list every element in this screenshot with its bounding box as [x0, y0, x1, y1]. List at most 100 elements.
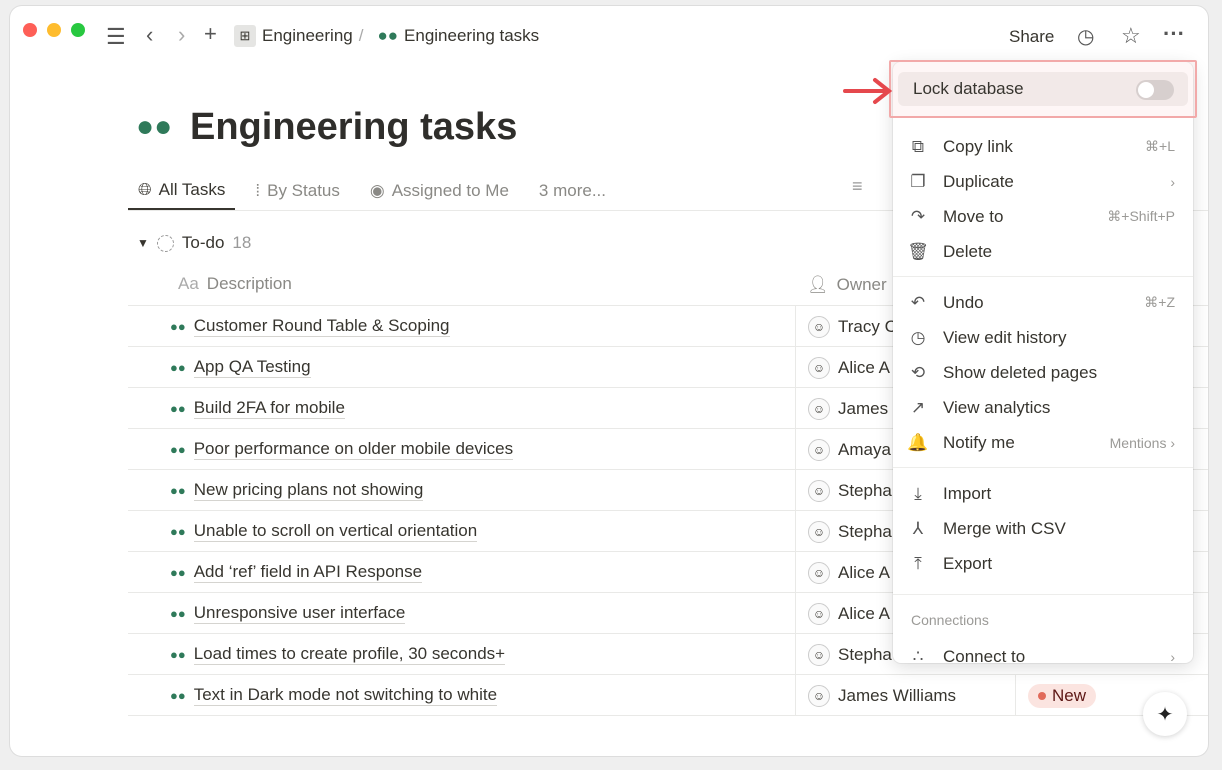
connections-header: Connections	[911, 612, 989, 628]
maximize-window-button[interactable]	[71, 23, 85, 37]
menu-item-notify-me[interactable]: 🔔 Notify me Mentions ›	[901, 425, 1185, 460]
minimize-window-button[interactable]	[47, 23, 61, 37]
connect-nodes-icon: ∴	[912, 646, 924, 666]
menu-item-import[interactable]: ⤓ Import	[901, 476, 1185, 511]
menu-shortcut: ›	[1170, 648, 1175, 665]
task-title[interactable]: New pricing plans not showing	[193, 480, 424, 501]
link-icon: ⧉	[911, 136, 925, 156]
group-name: To-do	[181, 233, 225, 252]
binoculars-icon: ●●	[170, 360, 186, 375]
plus-icon[interactable]: +	[204, 21, 217, 47]
binoculars-icon: ●●	[170, 319, 186, 334]
task-title[interactable]: Load times to create profile, 30 seconds…	[193, 644, 506, 665]
breadcrumb-engineering[interactable]: Engineering	[262, 26, 353, 46]
avatar: ☺	[808, 561, 830, 584]
ai-sparkle-button[interactable]: ✦	[1143, 692, 1187, 736]
tab-more[interactable]: 3 more...	[539, 172, 616, 210]
trash-icon: 🗑	[907, 241, 929, 261]
menu-item-move-to[interactable]: ↷ Move to ⌘+Shift+P	[901, 199, 1185, 234]
person-icon: 👤︎	[807, 274, 829, 294]
page-title: Engineering tasks	[190, 106, 518, 148]
undo-icon: ↶	[910, 292, 926, 312]
menu-icon[interactable]: ☰	[106, 24, 126, 50]
share-button[interactable]: Share	[1009, 27, 1054, 47]
menu-shortcut: Mentions ›	[1109, 434, 1175, 451]
task-title[interactable]: Unresponsive user interface	[193, 603, 406, 624]
avatar: ☺	[808, 602, 830, 625]
traffic-light-icon: ⁞	[255, 181, 261, 200]
task-title[interactable]: Text in Dark mode not switching to white	[193, 685, 498, 706]
task-title[interactable]: Add ‘ref’ field in API Response	[193, 562, 423, 583]
more-icon[interactable]: ···	[1163, 21, 1185, 47]
page-binoculars-icon: ●●	[136, 110, 173, 143]
menu-item-duplicate[interactable]: ❐ Duplicate ›	[901, 164, 1185, 199]
menu-item-view-edit-history[interactable]: ◷ View edit history	[901, 320, 1185, 355]
task-title[interactable]: Poor performance on older mobile devices	[193, 439, 514, 460]
owner-name: Stepha	[838, 480, 892, 500]
back-icon[interactable]: ‹	[146, 22, 153, 48]
menu-item-undo[interactable]: ↶ Undo ⌘+Z	[901, 285, 1185, 320]
forward-icon[interactable]: ›	[178, 22, 185, 48]
binoculars-icon: ●●	[377, 26, 399, 45]
menu-item-copy-link[interactable]: ⧉ Copy link ⌘+L	[901, 129, 1185, 164]
text-type-icon: Aa	[178, 274, 199, 293]
menu-item-show-deleted-pages[interactable]: ⟲ Show deleted pages	[901, 355, 1185, 390]
restore-icon: ⟲	[910, 362, 926, 382]
owner-name: Alice A	[838, 357, 890, 377]
divider	[128, 715, 1208, 716]
lock-database-toggle[interactable]	[1136, 80, 1174, 100]
menu-shortcut: ⌘+L	[1145, 138, 1175, 154]
view-tabs: 🌐︎ All Tasks ⁞ By Status ◉ Assigned to Me 3…	[128, 172, 616, 210]
star-icon[interactable]: ☆	[1121, 23, 1141, 49]
menu-shortcut: ›	[1170, 173, 1175, 190]
chart-line-icon: ↗	[910, 397, 926, 417]
close-window-button[interactable]	[23, 23, 37, 37]
column-owner[interactable]: Owner	[837, 275, 887, 295]
binoculars-icon: ●●	[170, 565, 186, 580]
lock-database-item[interactable]: Lock database	[898, 72, 1188, 106]
export-icon: ⤒	[914, 553, 922, 573]
avatar: ☺	[808, 438, 830, 461]
owner-name: Amaya	[838, 439, 891, 459]
globe-icon: 🌐︎	[138, 180, 152, 199]
owner-name: Stepha	[838, 644, 892, 664]
menu-item-merge-with-csv[interactable]: ⅄ Merge with CSV	[901, 511, 1185, 546]
import-icon: ⤓	[914, 483, 922, 503]
filter-icon[interactable]: ≡	[852, 176, 863, 197]
clock-icon[interactable]: ◷	[1077, 24, 1094, 49]
todo-status-icon	[156, 234, 174, 252]
menu-item-delete[interactable]: 🗑 Delete	[901, 234, 1185, 269]
group-header[interactable]: ▼ To-do 18	[137, 233, 251, 253]
column-description[interactable]: Description	[207, 274, 292, 294]
owner-name: James	[838, 398, 889, 418]
binoculars-icon: ●●	[170, 606, 186, 621]
tab-by-status[interactable]: ⁞ By Status	[255, 172, 350, 210]
status-badge[interactable]: New	[1028, 683, 1097, 708]
table-row[interactable]: ●● Text in Dark mode not switching to whi…	[128, 674, 1208, 716]
avatar: ☺	[808, 684, 830, 707]
task-title[interactable]: Build 2FA for mobile	[193, 398, 345, 419]
status-label: New	[1052, 685, 1087, 705]
task-title[interactable]: App QA Testing	[193, 357, 311, 378]
menu-separator	[893, 467, 1193, 468]
menu-separator	[893, 594, 1193, 595]
task-title[interactable]: Customer Round Table & Scoping	[193, 316, 450, 337]
menu-shortcut: ⌘+Z	[1144, 294, 1175, 310]
owner-name: Stepha	[838, 521, 892, 541]
menu-item-connect-to[interactable]: ∴ Connect to ›	[901, 639, 1185, 674]
tab-all-tasks[interactable]: 🌐︎ All Tasks	[128, 172, 236, 210]
avatar: ☺	[808, 356, 830, 379]
menu-item-export[interactable]: ⤒ Export	[901, 546, 1185, 581]
menu-item-view-analytics[interactable]: ↗ View analytics	[901, 390, 1185, 425]
owner-name: Tracy C	[838, 316, 897, 336]
breadcrumb-engineering-tasks[interactable]: Engineering tasks	[404, 26, 539, 46]
duplicate-icon: ❐	[910, 171, 926, 191]
tab-assigned-to-me[interactable]: ◉ Assigned to Me	[370, 172, 519, 210]
app-window: ☰ ‹ › + ⊞ Engineering / ●● Engineering t…	[10, 6, 1208, 756]
binoculars-icon: ●●	[170, 647, 186, 662]
task-title[interactable]: Unable to scroll on vertical orientation	[193, 521, 478, 542]
red-arrow-annotation	[843, 78, 893, 104]
avatar: ☺	[808, 315, 830, 338]
caret-down-icon[interactable]: ▼	[137, 236, 149, 250]
org-chart-icon: ⊞	[234, 25, 256, 47]
